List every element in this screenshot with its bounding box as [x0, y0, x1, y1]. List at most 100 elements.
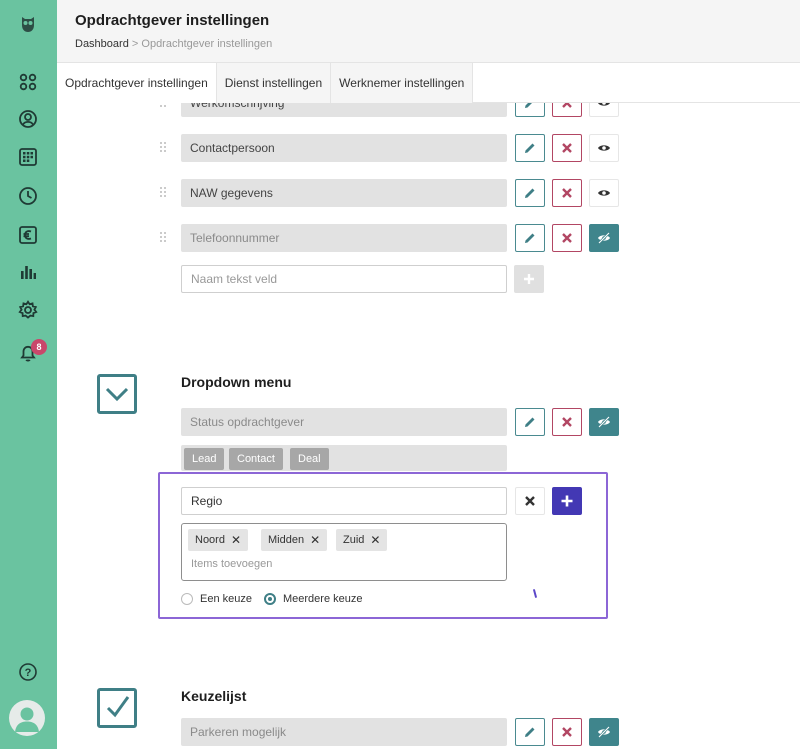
- dropdown-option-chip: Contact: [229, 448, 283, 470]
- remove-tag-icon[interactable]: ✕: [231, 533, 241, 547]
- edit-button[interactable]: [515, 179, 545, 207]
- items-tag-input[interactable]: Noord ✕ Midden ✕ Zuid ✕ Items toevoegen: [181, 523, 507, 581]
- edit-button[interactable]: [515, 134, 545, 162]
- text-field-row: NAW gegevens: [57, 179, 800, 209]
- text-field-label: Telefoonnummer: [181, 224, 507, 252]
- delete-button[interactable]: [552, 224, 582, 252]
- tag-label: Noord: [195, 534, 225, 546]
- visibility-button[interactable]: [589, 103, 619, 117]
- visibility-toggle-button[interactable]: [589, 718, 619, 746]
- text-field-label: Werkomschrijving: [181, 103, 507, 117]
- clock-icon[interactable]: [16, 184, 40, 208]
- pencil-icon: [525, 188, 535, 198]
- tab-dienst-instellingen[interactable]: Dienst instellingen: [216, 63, 332, 103]
- eye-icon: [598, 190, 610, 196]
- plus-icon: [524, 274, 534, 284]
- visibility-toggle-button[interactable]: [589, 224, 619, 252]
- dropdown-row: Status opdrachtgever: [57, 408, 800, 438]
- calendar-icon[interactable]: [16, 145, 40, 169]
- avatar[interactable]: [9, 700, 45, 736]
- radio-single-choice-label: Een keuze: [200, 593, 252, 605]
- plus-icon: [561, 495, 573, 507]
- page-title: Opdrachtgever instellingen: [75, 12, 270, 29]
- close-icon: [562, 103, 572, 108]
- main-content: Werkomschrijving Contactpersoon NAW gege…: [57, 103, 800, 749]
- dropdown-option-chip: Lead: [184, 448, 225, 470]
- delete-button[interactable]: [552, 718, 582, 746]
- new-field-name-input[interactable]: Naam tekst veld: [181, 265, 507, 293]
- add-dropdown-button[interactable]: [552, 487, 582, 515]
- breadcrumb-separator: >: [131, 38, 139, 50]
- add-field-button[interactable]: [514, 265, 544, 293]
- tag-label: Zuid: [343, 534, 365, 546]
- edit-button[interactable]: [515, 224, 545, 252]
- items-placeholder: Items toevoegen: [191, 558, 273, 570]
- eye-icon: [598, 103, 610, 106]
- svg-text:?: ?: [25, 667, 32, 679]
- close-icon: [562, 727, 572, 737]
- text-field-row: Telefoonnummer: [57, 224, 800, 254]
- pencil-icon: [525, 727, 535, 737]
- checklist-label: Parkeren mogelijk: [181, 718, 507, 746]
- page-header: Opdrachtgever instellingen Dashboard > O…: [57, 0, 800, 63]
- user-icon[interactable]: [16, 107, 40, 131]
- edit-button[interactable]: [515, 408, 545, 436]
- new-text-field-row: Naam tekst veld: [57, 265, 800, 295]
- visibility-button[interactable]: [589, 179, 619, 207]
- close-icon: [562, 188, 572, 198]
- gear-icon[interactable]: [16, 298, 40, 322]
- euro-icon[interactable]: [16, 223, 40, 247]
- tag-item: Zuid ✕: [336, 529, 388, 551]
- breadcrumb-home-link[interactable]: Dashboard: [75, 38, 129, 50]
- dropdown-label: Status opdrachtgever: [181, 408, 507, 436]
- checklist-row: Parkeren mogelijk: [57, 718, 800, 748]
- visibility-button[interactable]: [589, 134, 619, 162]
- delete-button[interactable]: [552, 103, 582, 117]
- tag-item: Midden ✕: [261, 529, 328, 551]
- dropdown-options-bar: Lead Contact Deal: [181, 445, 507, 471]
- edit-button[interactable]: [515, 718, 545, 746]
- visibility-toggle-button[interactable]: [589, 408, 619, 436]
- pencil-icon: [525, 143, 535, 153]
- drag-handle-icon[interactable]: [160, 142, 168, 156]
- text-field-row: Werkomschrijving: [57, 103, 800, 119]
- tag-item: Noord ✕: [188, 529, 249, 551]
- app: 8 ? Opdrachtgever instellingen Dashboard…: [0, 0, 800, 749]
- remove-tag-icon[interactable]: ✕: [310, 533, 320, 547]
- settings-tabs: Opdrachtgever instellingen Dienst instel…: [57, 63, 800, 103]
- drag-handle-icon[interactable]: [160, 232, 168, 246]
- breadcrumb-current: Opdrachtgever instellingen: [141, 38, 273, 50]
- edit-button[interactable]: [515, 103, 545, 117]
- delete-button[interactable]: [552, 179, 582, 207]
- text-field-label: NAW gegevens: [181, 179, 507, 207]
- pencil-icon: [525, 103, 532, 108]
- pencil-icon: [525, 417, 535, 427]
- drag-handle-icon[interactable]: [160, 187, 168, 201]
- dropdown-editor-row: Regio: [57, 487, 800, 517]
- radio-multiple-choice[interactable]: [263, 593, 276, 605]
- eye-slash-icon: [598, 416, 610, 428]
- tab-opdrachtgever-instellingen[interactable]: Opdrachtgever instellingen: [57, 63, 217, 103]
- cancel-button[interactable]: [515, 487, 545, 515]
- breadcrumb: Dashboard > Opdrachtgever instellingen: [75, 38, 272, 50]
- eye-slash-icon: [598, 726, 610, 738]
- notification-badge: 8: [31, 339, 47, 355]
- remove-tag-icon[interactable]: ✕: [370, 533, 380, 547]
- text-field-label: Contactpersoon: [181, 134, 507, 162]
- delete-button[interactable]: [552, 134, 582, 162]
- dropdown-name-input[interactable]: Regio: [181, 487, 507, 515]
- tab-werknemer-instellingen[interactable]: Werknemer instellingen: [331, 63, 474, 103]
- pencil-icon: [525, 233, 535, 243]
- chart-icon[interactable]: [16, 260, 40, 284]
- owl-logo-icon[interactable]: [16, 12, 40, 36]
- radio-multiple-choice-label: Meerdere keuze: [282, 593, 363, 605]
- delete-button[interactable]: [552, 408, 582, 436]
- grid-icon[interactable]: [16, 70, 40, 94]
- tag-label: Midden: [268, 534, 305, 546]
- help-icon[interactable]: ?: [16, 660, 40, 684]
- sidebar: 8 ?: [0, 0, 57, 749]
- radio-single-choice[interactable]: [181, 593, 193, 605]
- close-icon: [562, 417, 572, 427]
- drag-handle-icon[interactable]: [160, 103, 168, 111]
- text-field-row: Contactpersoon: [57, 134, 800, 164]
